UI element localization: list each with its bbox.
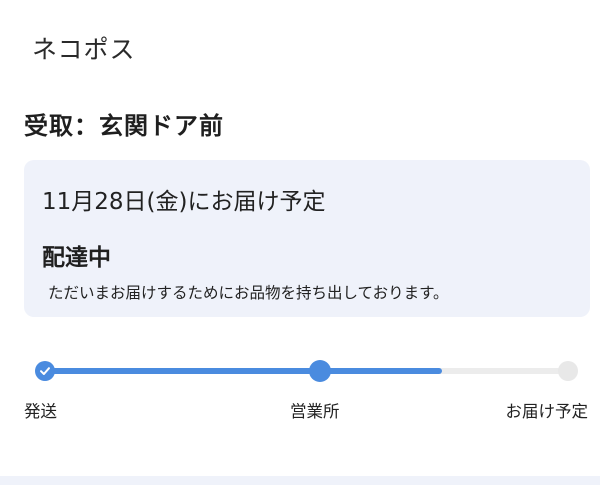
check-icon [40, 367, 50, 375]
progress-fill [44, 368, 443, 374]
bottom-divider [0, 476, 600, 485]
step-label-delivery: お届け予定 [505, 402, 589, 421]
delivery-info-card: 11月28日(金)にお届け予定 配達中 ただいまお届けするためにお品物を持ち出し… [24, 160, 590, 317]
service-name: ネコポス [32, 35, 136, 64]
step-label-office: 営業所 [290, 402, 340, 421]
receipt-location: 受取：玄関ドア前 [24, 112, 224, 140]
step-node-office [309, 360, 331, 382]
delivery-progress-tracker: 発送 営業所 お届け予定 [0, 355, 600, 425]
step-node-shipped [35, 361, 55, 381]
delivery-eta: 11月28日(金)にお届け予定 [42, 189, 326, 215]
delivery-status: 配達中 [42, 245, 111, 271]
delivery-status-message: ただいまお届けするためにお品物を持ち出しております。 [48, 284, 449, 302]
step-label-shipped: 発送 [24, 402, 57, 421]
step-node-delivery [558, 361, 578, 381]
